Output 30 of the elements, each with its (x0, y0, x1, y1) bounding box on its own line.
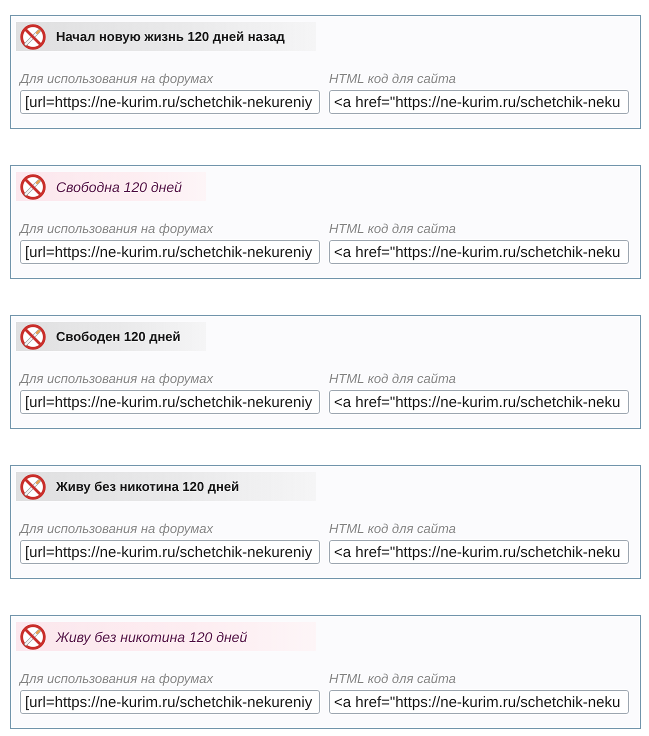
field-label: HTML код для сайта (329, 371, 457, 386)
code-field[interactable]: [url=https://ne-kurim.ru/schetchik-nekureniy (20, 90, 320, 114)
code-field[interactable]: [url=https://ne-kurim.ru/schetchik-nekureniy (20, 390, 320, 414)
code-field[interactable]: <a href="https://ne-kurim.ru/schetchik-neku (329, 240, 629, 264)
no-smoking-icon (20, 624, 46, 650)
field-label: HTML код для сайта (329, 521, 457, 536)
code-field[interactable]: <a href="https://ne-kurim.ru/schetchik-neku (329, 390, 629, 414)
field-label: Для использования на форумах (20, 671, 214, 686)
field-label: HTML код для сайта (329, 671, 457, 686)
banner-text: Свободен 120 дней (56, 329, 181, 344)
field-label: HTML код для сайта (329, 71, 457, 86)
banner-text: Свободна 120 дней (56, 178, 182, 194)
field-label: Для использования на форумах (20, 221, 214, 236)
no-smoking-icon (20, 174, 46, 200)
banner-text: Живу без никотина 120 дней (56, 479, 240, 494)
field-label: Для использования на форумах (20, 71, 214, 86)
field-label: Для использования на форумах (20, 521, 214, 536)
code-field[interactable]: [url=https://ne-kurim.ru/schetchik-nekureniy (20, 540, 320, 564)
field-label: HTML код для сайта (329, 221, 457, 236)
banner-text: Начал новую жизнь 120 дней назад (56, 29, 285, 44)
banner-text: Живу без никотина 120 дней (56, 628, 248, 644)
no-smoking-icon (20, 474, 46, 500)
code-field[interactable]: <a href="https://ne-kurim.ru/schetchik-neku (329, 540, 629, 564)
code-field[interactable]: <a href="https://ne-kurim.ru/schetchik-neku (329, 90, 629, 114)
no-smoking-icon (20, 24, 46, 50)
code-field[interactable]: [url=https://ne-kurim.ru/schetchik-nekureniy (20, 240, 320, 264)
field-label: Для использования на форумах (20, 371, 214, 386)
no-smoking-icon (20, 324, 46, 350)
code-field[interactable]: [url=https://ne-kurim.ru/schetchik-nekureniy (20, 690, 320, 714)
code-field[interactable]: <a href="https://ne-kurim.ru/schetchik-neku (329, 690, 629, 714)
